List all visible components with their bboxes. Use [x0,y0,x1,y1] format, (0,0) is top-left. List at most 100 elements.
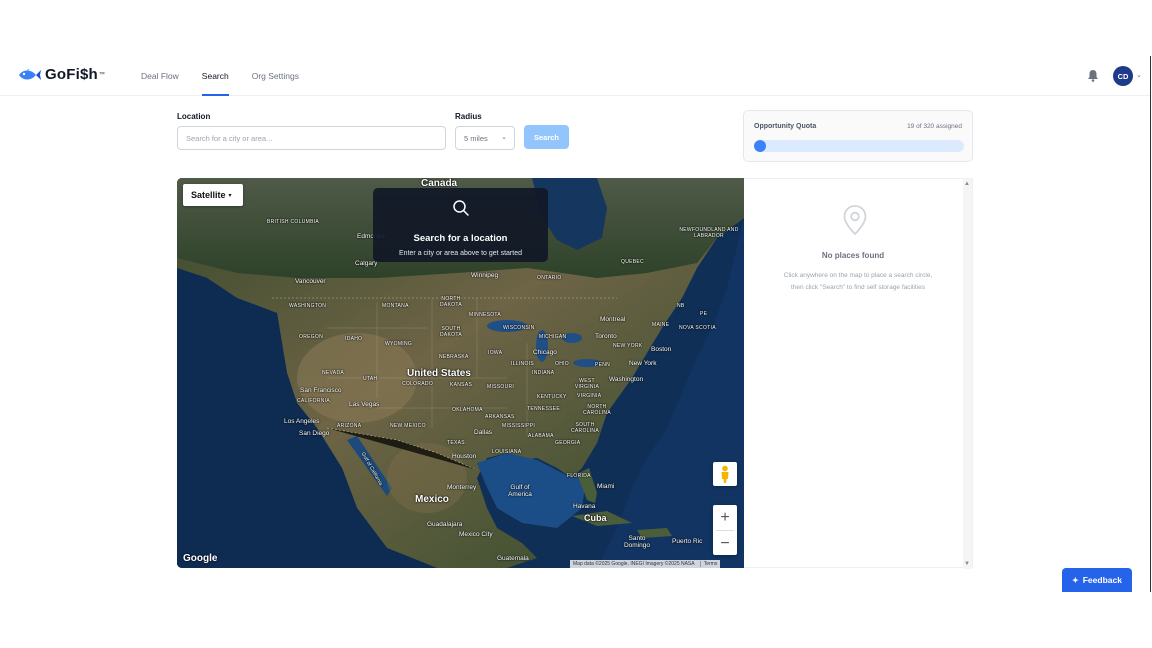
map-label-santo-domingo: Santo Domingo [623,535,650,549]
feedback-button[interactable]: ✦ Feedback [1062,568,1132,592]
map-label-florida: FLORIDA [567,473,591,479]
map-label-san-francisco: San Francisco [300,387,342,394]
map-label-los-angeles: Los Angeles [284,418,320,425]
pegman-icon [721,465,729,483]
app-viewport: GoFi$h ™ Deal Flow Search Org Settings C… [0,56,1152,592]
street-view-pegman[interactable] [713,462,737,486]
map-label-arizona: ARIZONA [337,423,362,429]
map-attribution: Map data ©2025 Google, INEGI Imagery ©20… [570,560,721,568]
map-view[interactable]: Canada BRITISH COLUMBIA Edmonton Calgary… [177,178,744,568]
map-label-cuba: Cuba [584,513,607,523]
window-edge [1150,56,1151,592]
nav-deal-flow[interactable]: Deal Flow [141,56,179,96]
map-label-missouri: MISSOURI [487,384,515,390]
nav-org-settings[interactable]: Org Settings [252,56,299,96]
map-label-vancouver: Vancouver [295,278,326,285]
bell-icon[interactable] [1087,69,1099,82]
map-label-north-dakota: NORTH DAKOTA [440,296,462,308]
map-label-monterrey: Monterrey [447,484,477,491]
app-logo[interactable]: GoFi$h ™ [17,66,105,83]
google-logo: Google [183,553,218,564]
zoom-out-button[interactable]: − [713,531,737,556]
map-label-san-diego: San Diego [299,430,330,437]
map-label-michigan: MICHIGAN [539,334,567,340]
map-label-maine: MAINE [652,322,670,328]
map-label-california: CALIFORNIA [297,398,331,404]
panel-scrollbar[interactable]: ▲ ▼ [963,179,972,569]
map-label-mexico-city: Mexico City [459,531,493,538]
terms-link[interactable]: Terms [699,561,718,567]
map-type-label: Satellite [191,190,226,200]
map-label-texas: TEXAS [447,440,465,446]
map-label-kentucky: KENTUCKY [537,394,567,400]
opportunity-quota-card: Opportunity Quota 19 of 320 assigned [743,110,973,162]
radius-label: Radius [455,112,482,121]
map-pin-icon [843,205,867,236]
map-label-montreal: Montreal [600,316,626,323]
map-label-mississippi: MISSISSIPPI [502,423,536,429]
map-label-nb: NB [677,303,685,309]
search-prompt-overlay: Search for a location Enter a city or ar… [373,188,548,262]
map-label-dallas: Dallas [474,429,493,436]
sparkle-icon: ✦ [1072,575,1079,585]
quota-count: 19 of 320 assigned [907,123,962,130]
map-label-las-vegas: Las Vegas [349,401,380,408]
zoom-in-button[interactable]: + [713,505,737,530]
main-nav: Deal Flow Search Org Settings [141,56,322,96]
map-label-pe: PE [700,311,708,317]
search-icon [453,200,469,216]
location-input[interactable] [177,126,446,150]
empty-state-title: No places found [821,251,885,260]
search-button[interactable]: Search [524,125,569,149]
map-label-united-states: United States [407,368,471,379]
map-label-nevada: NEVADA [322,370,344,376]
scroll-down-icon[interactable]: ▼ [964,561,970,567]
map-label-washington-dc: Washington [609,376,644,383]
map-label-guatemala: Guatemala [497,555,529,562]
map-label-newfoundland: NEWFOUNDLAND AND LABRADOR [679,227,739,239]
map-label-new-york: NEW YORK [613,343,643,349]
map-label-boston: Boston [651,346,672,353]
map-label-puerto-rico: Puerto Ric [672,538,703,545]
map-label-south-dakota: SOUTH DAKOTA [440,326,462,338]
quota-title: Opportunity Quota [754,123,817,130]
hint-line-2: then click "Search" to find self storage… [791,284,925,291]
map-label-south-carolina: SOUTH CAROLINA [571,422,599,434]
map-label-tennessee: TENNESSEE [527,406,560,412]
map-label-washington: WASHINGTON [289,303,327,309]
map-label-minnesota: MINNESOTA [469,312,502,318]
map-label-mexico: Mexico [415,494,449,505]
map-label-colorado: COLORADO [402,381,434,387]
nav-search[interactable]: Search [201,56,229,96]
map-label-oregon: OREGON [299,334,324,340]
caret-down-icon: ▾ [228,192,232,199]
map-label-gulf-of-america: Gulf of America [508,484,532,498]
map-label-british-columbia: BRITISH COLUMBIA [267,219,320,225]
map-label-guadalajara: Guadalajara [427,521,463,528]
map-label-wyoming: WYOMING [385,341,413,347]
map-label-illinois: ILLINOIS [511,361,534,367]
user-avatar[interactable]: CD [1113,66,1133,86]
map-type-selector[interactable]: Satellite ▾ [183,184,243,206]
map-label-winnipeg: Winnipeg [471,272,499,279]
map-label-miami: Miami [597,483,615,490]
map-label-ohio: OHIO [555,361,569,367]
map-label-wisconsin: WISCONSIN [503,325,535,331]
fish-icon [19,68,41,80]
map-label-indiana: INDIANA [532,370,555,376]
trademark: ™ [98,71,105,78]
map-label-arkansas: ARKANSAS [485,414,515,420]
chevron-down-icon[interactable]: ⌄ [1136,71,1142,79]
scroll-up-icon[interactable]: ▲ [964,181,970,187]
radius-select[interactable]: 5 miles ⌄ [455,126,515,150]
map-label-chicago: Chicago [533,349,557,356]
map-label-louisiana: LOUISIANA [492,449,522,455]
map-label-ontario: ONTARIO [537,275,562,281]
hint-line-1: Click anywhere on the map to place a sea… [783,272,933,279]
map-label-north-carolina: NORTH CAROLINA [583,404,611,416]
map-label-nebraska: NEBRASKA [439,354,469,360]
radius-value: 5 miles [464,133,488,143]
quota-progress-bar [754,140,964,152]
overlay-subtitle: Enter a city or area above to get starte… [399,250,522,257]
chevron-down-icon: ⌄ [501,134,507,141]
